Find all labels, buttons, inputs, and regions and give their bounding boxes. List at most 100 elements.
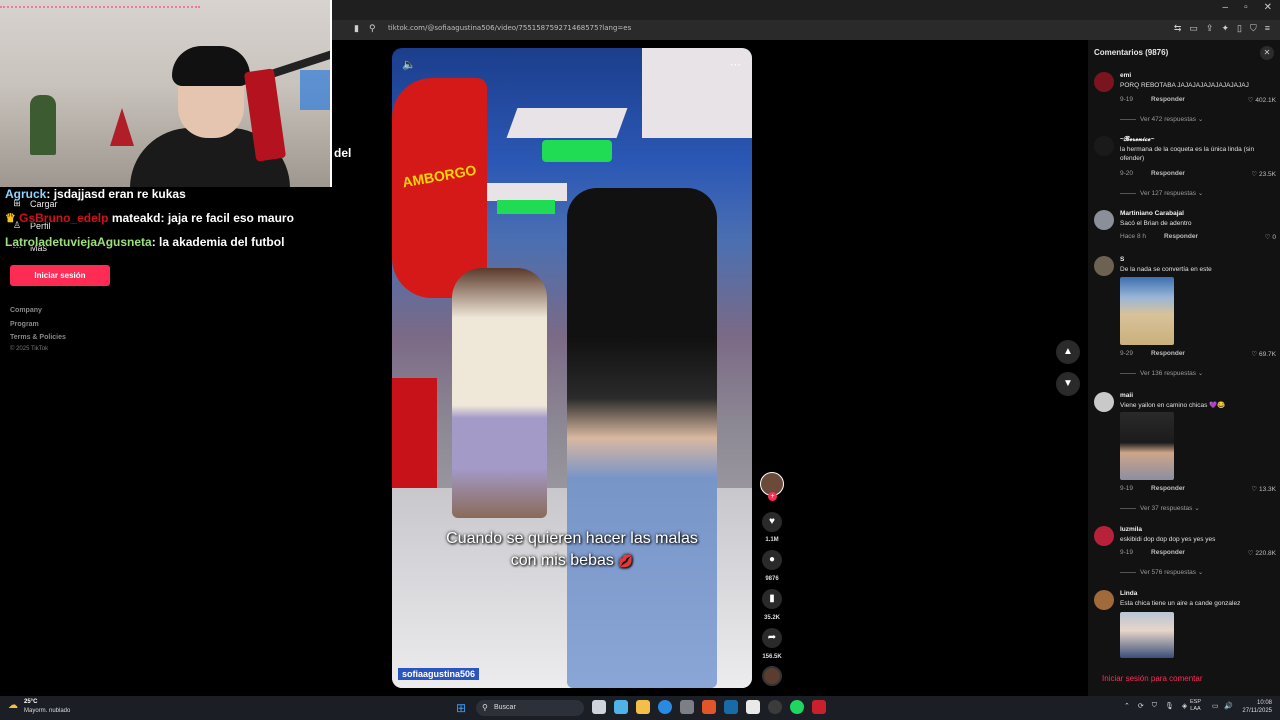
follow-plus-icon[interactable]: + xyxy=(768,492,777,501)
reply-button[interactable]: Responder xyxy=(1151,350,1185,357)
comment-author[interactable]: luzmila xyxy=(1120,526,1142,533)
avatar[interactable] xyxy=(1094,256,1114,276)
reply-button[interactable]: Responder xyxy=(1151,96,1185,103)
avatar[interactable] xyxy=(1094,590,1114,610)
extensions-icon[interactable]: ✦ xyxy=(1221,23,1229,34)
view-replies-label: Ver 576 respuestas xyxy=(1140,569,1197,576)
login-to-comment-link[interactable]: Iniciar sesión para comentar xyxy=(1102,674,1203,683)
taskbar-search[interactable]: ⚲ Buscar xyxy=(476,700,584,716)
view-replies[interactable]: Ver 127 respuestas ⌄ xyxy=(1120,189,1203,197)
windows-start-icon[interactable]: ⊞ xyxy=(456,701,466,715)
bookmark-icon[interactable]: ▮ xyxy=(354,23,359,34)
reply-button[interactable]: Responder xyxy=(1164,233,1198,240)
comment-author[interactable]: S xyxy=(1120,256,1124,263)
mic-tray-icon[interactable]: 🎙 xyxy=(1165,702,1174,710)
comment-likes[interactable]: ♡ 23.5K xyxy=(1251,170,1276,178)
comment-likes[interactable]: ♡ 13.3K xyxy=(1251,485,1276,493)
app-icon[interactable] xyxy=(812,700,826,714)
comment-author[interactable]: maii xyxy=(1120,392,1133,399)
reply-button[interactable]: Responder xyxy=(1151,485,1185,492)
comment-image[interactable] xyxy=(1120,612,1174,658)
app-tray-icon[interactable]: ◈ xyxy=(1182,702,1187,710)
edge-icon[interactable] xyxy=(658,700,672,714)
comment-author[interactable]: Martiniano Carabajal xyxy=(1120,210,1184,217)
like-icon[interactable]: ♥ xyxy=(762,512,782,532)
spotify-icon[interactable] xyxy=(790,700,804,714)
brave-icon[interactable] xyxy=(702,700,716,714)
footer-link-terms[interactable]: Terms & Policies xyxy=(10,334,66,341)
footer-link-program[interactable]: Program xyxy=(10,321,39,328)
login-button[interactable]: Iniciar sesión xyxy=(10,265,110,286)
more-options-icon[interactable]: ⋯ xyxy=(730,58,741,71)
reply-button[interactable]: Responder xyxy=(1151,170,1185,177)
badge-icon: ♛ xyxy=(5,211,16,225)
footer-link-company[interactable]: Company xyxy=(10,307,42,314)
weather-icon[interactable]: ☁ xyxy=(8,700,18,711)
view-replies[interactable]: Ver 472 respuestas ⌄ xyxy=(1120,115,1203,123)
close-icon[interactable]: ✕ xyxy=(1260,46,1274,60)
task-view-icon[interactable] xyxy=(592,700,606,714)
share-icon[interactable]: ⇪ xyxy=(1206,23,1214,34)
translate-icon[interactable]: ⇆ xyxy=(1174,23,1182,34)
share-icon[interactable]: ➦ xyxy=(762,628,782,648)
chevron-up-icon[interactable]: ⌃ xyxy=(1124,702,1130,710)
network-icon[interactable]: ▭ xyxy=(1212,702,1219,710)
site-info-icon[interactable]: ⚲ xyxy=(369,23,376,34)
chevron-down-icon: ⌄ xyxy=(1197,370,1204,377)
cast-icon[interactable]: ▭ xyxy=(1189,23,1198,34)
chat-text: mateakd: jaja re facil eso mauro xyxy=(111,211,294,225)
comment-author[interactable]: ~𝓑𝓮𝓻𝓮𝓷𝓲𝓬𝓮~ xyxy=(1120,136,1154,144)
comment-likes[interactable]: ♡ 220.8K xyxy=(1248,549,1276,557)
url-field[interactable]: tiktok.com/@sofiaagustina506/video/75515… xyxy=(388,24,631,32)
author-tag[interactable]: sofiaagustina506 xyxy=(398,668,480,680)
weather-temp[interactable]: 25°C xyxy=(24,699,37,705)
notepad-icon[interactable] xyxy=(746,700,760,714)
shield-icon[interactable]: ⛉ xyxy=(1250,23,1257,34)
previous-video-button[interactable]: ▲ xyxy=(1056,340,1080,364)
sync-icon[interactable]: ⟳ xyxy=(1138,702,1144,710)
weather-desc[interactable]: Mayorm. nublado xyxy=(24,708,70,714)
kiss-icon: 💋 xyxy=(618,554,634,568)
comment-date: 9-29 xyxy=(1120,350,1134,357)
steam-icon[interactable] xyxy=(724,700,738,714)
view-replies[interactable]: Ver 136 respuestas ⌄ xyxy=(1120,369,1203,377)
avatar[interactable] xyxy=(1094,210,1114,230)
clock[interactable]: 10:08 27/11/2025 xyxy=(1240,699,1272,715)
comment-author[interactable]: Linda xyxy=(1120,590,1137,597)
next-video-button[interactable]: ▼ xyxy=(1056,372,1080,396)
music-disc-icon[interactable] xyxy=(762,666,782,686)
minimize-icon[interactable]: – xyxy=(1223,2,1229,13)
video-player[interactable]: AMBORGO 🔈 ⋯ Cuando se quieren hacer las … xyxy=(392,48,752,688)
file-explorer-icon[interactable] xyxy=(636,700,650,714)
comment-likes[interactable]: ♡ 0 xyxy=(1265,233,1276,241)
volume-tray-icon[interactable]: 🔊 xyxy=(1224,702,1233,710)
language-indicator[interactable]: ESP LAA xyxy=(1190,699,1201,713)
reply-button[interactable]: Responder xyxy=(1151,549,1185,556)
webcam-overlay xyxy=(0,0,332,187)
caption-text: con mis bebas xyxy=(510,552,614,569)
view-replies[interactable]: Ver 37 respuestas ⌄ xyxy=(1120,504,1200,512)
close-window-icon[interactable]: ✕ xyxy=(1264,2,1272,13)
avatar[interactable] xyxy=(1094,392,1114,412)
sidebar-icon[interactable]: ▯ xyxy=(1237,23,1242,34)
settings-icon[interactable] xyxy=(680,700,694,714)
view-replies[interactable]: Ver 576 respuestas ⌄ xyxy=(1120,568,1203,576)
comment-likes[interactable]: ♡ 402.1K xyxy=(1248,96,1276,104)
shield-tray-icon[interactable]: ⛉ xyxy=(1152,702,1157,710)
copilot-icon[interactable] xyxy=(614,700,628,714)
avatar[interactable] xyxy=(1094,136,1114,156)
avatar[interactable] xyxy=(1094,72,1114,92)
comment-image[interactable] xyxy=(1120,277,1174,345)
comments-title: Comentarios (9876) xyxy=(1094,48,1169,57)
volume-icon[interactable]: 🔈 xyxy=(402,58,416,71)
like-count: 402.1K xyxy=(1255,97,1276,104)
maximize-icon[interactable]: ▫ xyxy=(1244,2,1248,13)
obs-icon[interactable] xyxy=(768,700,782,714)
comment-icon[interactable]: ● xyxy=(762,550,782,570)
avatar[interactable] xyxy=(1094,526,1114,546)
bookmark-icon[interactable]: ▮ xyxy=(762,589,782,609)
comment-author[interactable]: emi xyxy=(1120,72,1131,79)
comment-image[interactable] xyxy=(1120,412,1174,480)
comment-likes[interactable]: ♡ 69.7K xyxy=(1251,350,1276,358)
menu-icon[interactable]: ≡ xyxy=(1265,23,1270,34)
